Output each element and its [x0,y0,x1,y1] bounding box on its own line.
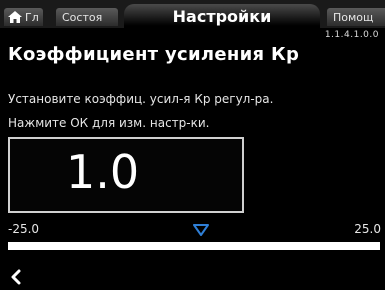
menu-code: 1.1.4.1.0.0 [324,30,379,40]
chevron-left-icon[interactable] [8,268,24,286]
tab-home[interactable]: Гл [4,8,43,26]
description-line-1: Установите коэффиц. усил-я Кр регул-ра. [8,92,274,106]
home-icon [8,11,22,23]
page-title: Коэффициент усиления Кр [8,44,300,65]
tab-status-label: Состоя [62,10,103,24]
tab-bar: Гл Состоя Настройки Помощ [0,0,385,28]
triangle-down-icon [193,224,210,236]
tab-help-label: Помощ [333,10,374,24]
slider-min-label: -25.0 [8,222,40,236]
slider-max-label: 25.0 [354,222,381,236]
tab-home-label: Гл [25,10,39,24]
value-field[interactable]: 1.0 [8,137,244,213]
value-text: 1.0 [66,145,140,199]
slider-track[interactable] [8,242,380,250]
tab-settings[interactable]: Настройки [124,4,320,28]
tab-status[interactable]: Состоя [56,8,118,26]
tab-help[interactable]: Помощ [327,8,385,26]
tab-settings-label: Настройки [172,6,272,26]
description-line-2: Нажмите ОК для изм. настр-ки. [8,116,210,130]
